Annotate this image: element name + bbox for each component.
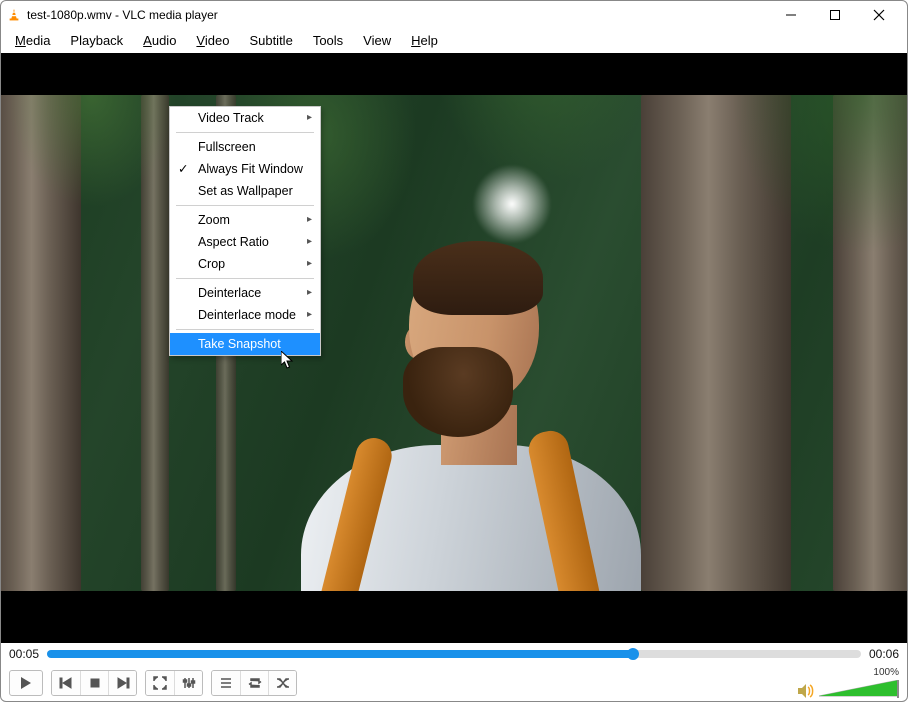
skip-next-icon (116, 676, 130, 690)
menu-video[interactable]: Video (186, 31, 239, 50)
menuitem-deinterlace-mode[interactable]: Deinterlace mode ▸ (170, 304, 320, 326)
submenu-arrow-icon: ▸ (307, 231, 312, 253)
submenu-arrow-icon: ▸ (307, 209, 312, 231)
maximize-button[interactable] (823, 5, 847, 25)
window-buttons (779, 1, 903, 29)
video-frame (1, 95, 907, 591)
menuitem-video-track[interactable]: Video Track ▸ (170, 107, 320, 129)
menu-playback[interactable]: Playback (60, 31, 133, 50)
volume-percent: 100% (819, 667, 899, 678)
shuffle-icon (276, 676, 290, 690)
loop-button[interactable] (240, 671, 268, 695)
submenu-arrow-icon: ▸ (307, 304, 312, 326)
playlist-button-group (211, 670, 297, 696)
play-button[interactable] (9, 670, 43, 696)
menu-help[interactable]: Help (401, 31, 448, 50)
menuitem-always-fit-window[interactable]: ✓ Always Fit Window (170, 158, 320, 180)
video-menu-dropdown: Video Track ▸ Fullscreen ✓ Always Fit Wi… (169, 106, 321, 356)
minimize-button[interactable] (779, 5, 803, 25)
submenu-arrow-icon: ▸ (307, 282, 312, 304)
menu-audio[interactable]: Audio (133, 31, 186, 50)
stop-icon (88, 676, 102, 690)
menu-view[interactable]: View (353, 31, 401, 50)
close-icon (873, 9, 885, 21)
playback-button-group (51, 670, 137, 696)
controls-bar: 100% (1, 665, 907, 701)
menuitem-aspect-ratio[interactable]: Aspect Ratio ▸ (170, 231, 320, 253)
volume-control: 100% (797, 667, 899, 700)
menu-tools[interactable]: Tools (303, 31, 353, 50)
menuitem-zoom[interactable]: Zoom ▸ (170, 209, 320, 231)
stop-button[interactable] (80, 671, 108, 695)
menuitem-set-as-wallpaper[interactable]: Set as Wallpaper (170, 180, 320, 202)
loop-icon (248, 676, 262, 690)
equalizer-icon (182, 676, 196, 690)
menu-separator (176, 278, 314, 279)
fullscreen-button[interactable] (146, 671, 174, 695)
minimize-icon (785, 9, 797, 21)
maximize-icon (829, 9, 841, 21)
speaker-icon[interactable] (797, 682, 815, 700)
vlc-cone-icon (7, 8, 21, 22)
next-button[interactable] (108, 671, 136, 695)
fullscreen-icon (153, 676, 167, 690)
menuitem-take-snapshot[interactable]: Take Snapshot (170, 333, 320, 355)
menu-media[interactable]: Media (5, 31, 60, 50)
submenu-arrow-icon: ▸ (307, 253, 312, 275)
video-area[interactable]: Video Track ▸ Fullscreen ✓ Always Fit Wi… (1, 53, 907, 643)
skip-previous-icon (59, 676, 73, 690)
menubar: Media Playback Audio Video Subtitle Tool… (1, 29, 907, 53)
extended-settings-button[interactable] (174, 671, 202, 695)
window-title: test-1080p.wmv - VLC media player (27, 8, 779, 22)
playlist-icon (219, 676, 233, 690)
timebar: 00:05 00:06 (1, 643, 907, 665)
play-icon (19, 676, 33, 690)
shuffle-button[interactable] (268, 671, 296, 695)
seek-slider[interactable] (47, 650, 861, 658)
check-icon: ✓ (178, 158, 188, 180)
menuitem-crop[interactable]: Crop ▸ (170, 253, 320, 275)
previous-button[interactable] (52, 671, 80, 695)
menu-separator (176, 205, 314, 206)
current-time: 00:05 (9, 647, 39, 661)
total-time: 00:06 (869, 647, 899, 661)
menu-subtitle[interactable]: Subtitle (239, 31, 302, 50)
menu-separator (176, 329, 314, 330)
volume-slider[interactable] (819, 680, 899, 700)
view-button-group (145, 670, 203, 696)
close-button[interactable] (867, 5, 891, 25)
menu-separator (176, 132, 314, 133)
titlebar: test-1080p.wmv - VLC media player (1, 1, 907, 29)
menuitem-fullscreen[interactable]: Fullscreen (170, 136, 320, 158)
playlist-button[interactable] (212, 671, 240, 695)
menuitem-deinterlace[interactable]: Deinterlace ▸ (170, 282, 320, 304)
video-subject (301, 205, 641, 591)
submenu-arrow-icon: ▸ (307, 107, 312, 129)
